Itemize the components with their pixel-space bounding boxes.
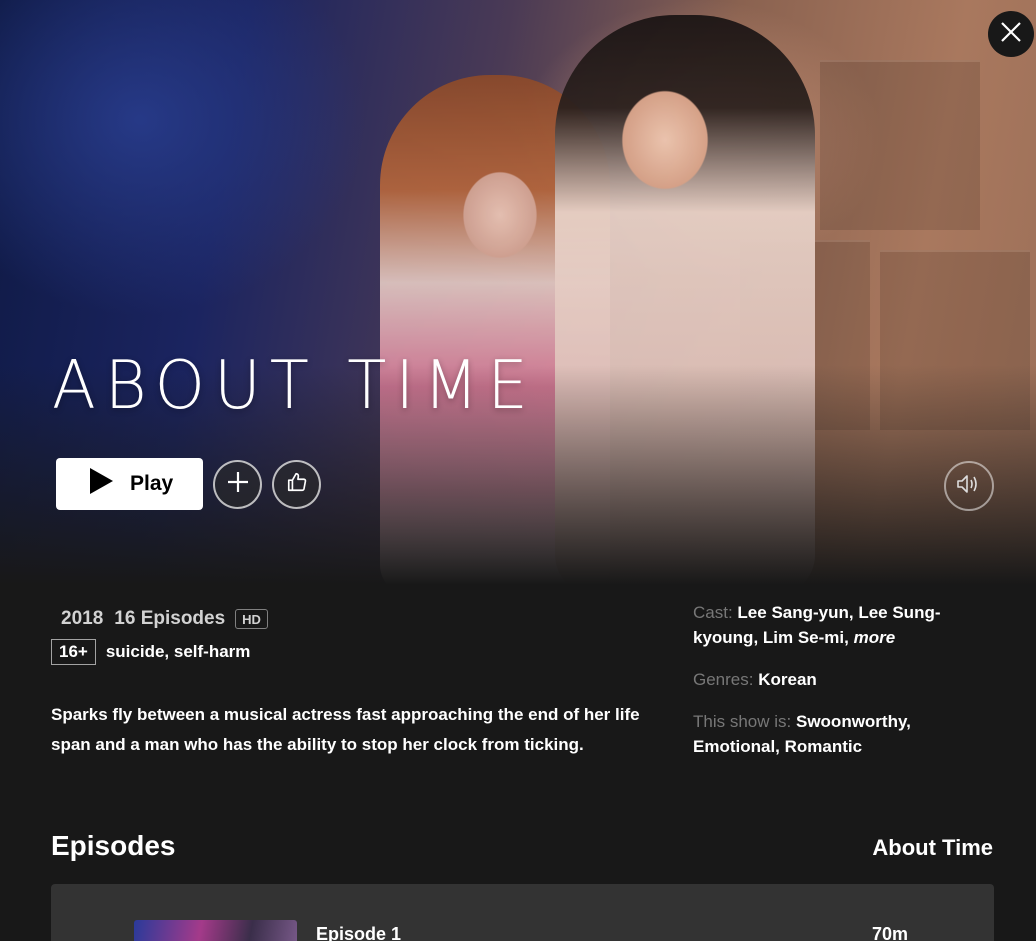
play-icon: [88, 467, 114, 501]
plus-icon: [226, 470, 250, 499]
volume-icon: [956, 473, 982, 500]
episode-item[interactable]: Episode 1 70m: [51, 884, 994, 941]
title-preview-modal: ABOUT TIME Play 2018 16 Episodes HD 16+ …: [0, 0, 1036, 941]
title-tags: Cast: Lee Sang-yun, Lee Sung-kyoung, Lim…: [693, 600, 993, 776]
episode-duration: 70m: [871, 924, 908, 941]
add-to-list-button[interactable]: [213, 460, 262, 509]
season-title: About Time: [872, 835, 993, 860]
synopsis: Sparks fly between a musical actress fas…: [51, 705, 640, 754]
play-button[interactable]: Play: [56, 458, 203, 510]
episode-thumbnail[interactable]: [134, 920, 297, 941]
episode-title: Episode 1: [316, 924, 402, 941]
maturity-rating-badge: 16+: [51, 639, 96, 665]
thumbs-up-icon: [286, 471, 308, 498]
rate-button[interactable]: [272, 460, 321, 509]
genre-link[interactable]: Korean: [758, 670, 817, 689]
title-logo: ABOUT TIME: [52, 347, 537, 425]
episodes-heading: Episodes: [51, 830, 176, 861]
maturity-info: 16+ suicide, self-harm: [51, 639, 250, 665]
audio-toggle-button[interactable]: [944, 461, 994, 511]
hero-billboard: ABOUT TIME Play: [0, 0, 1036, 585]
close-icon: [1000, 21, 1022, 48]
cast-label: Cast:: [693, 603, 733, 622]
cast-more-link[interactable]: more: [854, 628, 896, 647]
genres-tag: Genres: Korean: [693, 667, 993, 692]
show-mood-tag: This show is: Swoonworthy, Emotional, Ro…: [693, 709, 993, 759]
content-advisory: suicide, self-harm: [105, 642, 251, 661]
title-metadata: 2018 16 Episodes HD: [61, 608, 268, 630]
cast-tag: Cast: Lee Sang-yun, Lee Sung-kyoung, Lim…: [693, 600, 993, 650]
episode-count: 16 Episodes: [114, 608, 226, 629]
genres-label: Genres:: [693, 670, 754, 689]
hd-badge: HD: [235, 609, 268, 629]
release-year: 2018: [61, 608, 104, 629]
close-button[interactable]: [988, 11, 1034, 57]
backdrop-wall-panel: [820, 60, 980, 230]
play-button-label: Play: [130, 472, 174, 495]
show-is-label: This show is:: [693, 712, 792, 731]
